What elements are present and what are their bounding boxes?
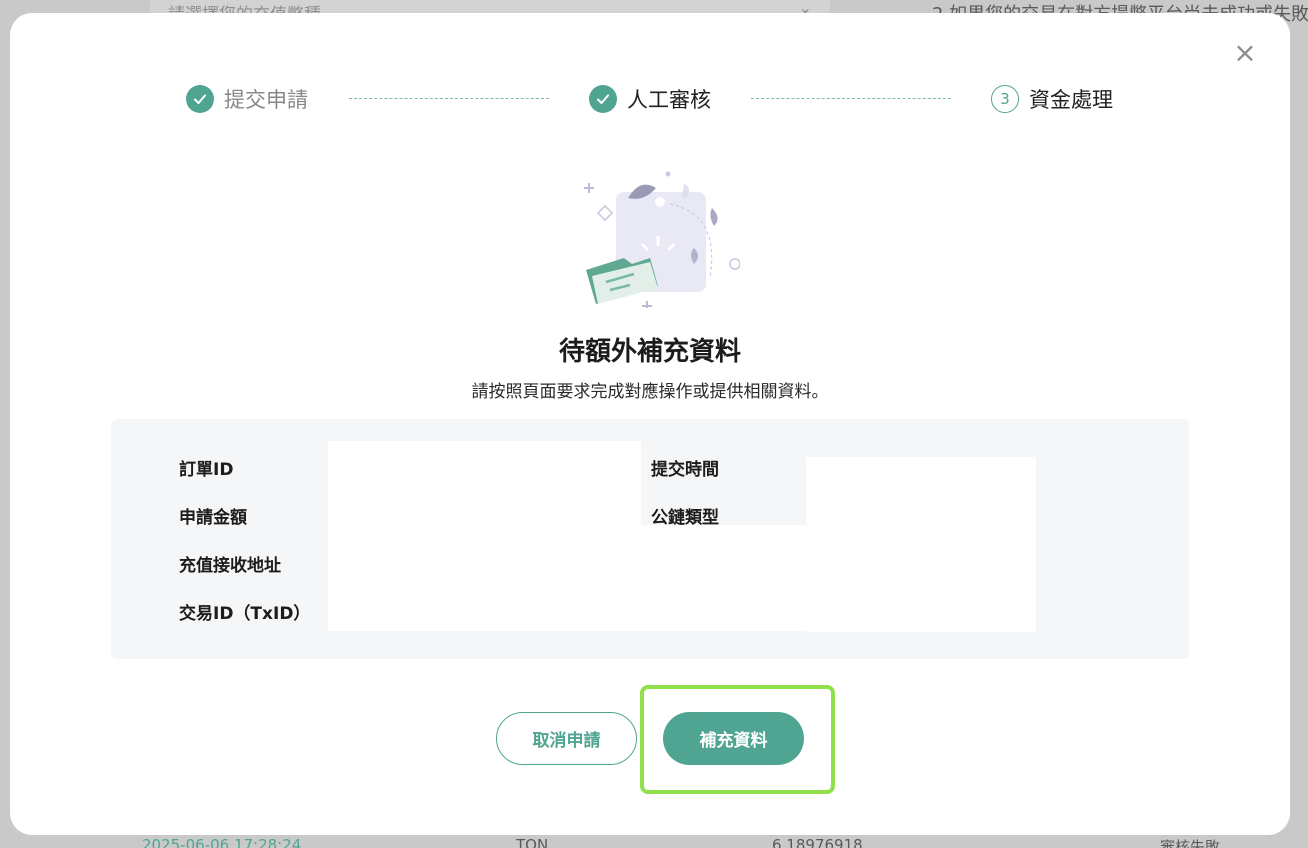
check-icon (186, 85, 214, 113)
document-illustration (584, 171, 740, 308)
application-info-panel: 訂單ID 申請金額 充值接收地址 交易ID（TxID） 提交時間 公鏈類型 (111, 419, 1189, 659)
row-amount: 6.18976918 (772, 836, 863, 848)
table-row: 2025-06-06 17:28:24 TON 6.18976918 審核失敗 (0, 836, 1308, 848)
step-submit: 提交申請 (186, 83, 308, 115)
modal-title: 待額外補充資料 (558, 337, 741, 367)
txid-label: 交易ID（TxID） (179, 604, 311, 624)
progress-steps: 提交申請 人工審核 3 資金處理 (10, 83, 1290, 115)
submit-time-label: 提交時間 (651, 460, 719, 480)
redacted-values (328, 525, 806, 631)
step-label: 資金處理 (1029, 88, 1113, 112)
check-icon (589, 85, 617, 113)
supplement-modal: × 提交申請 人工審核 3 資金處理 待額外補充資料 請按照頁面要求完成對應操作… (10, 13, 1290, 835)
step-review: 人工審核 (589, 83, 711, 115)
cancel-application-button[interactable]: 取消申請 (496, 712, 637, 765)
close-icon[interactable]: × (1232, 39, 1258, 67)
step-connector (349, 98, 549, 99)
order-id-label: 訂單ID (179, 460, 234, 480)
step-number: 3 (991, 85, 1019, 113)
step-label: 人工審核 (627, 88, 711, 112)
step-label: 提交申請 (224, 88, 308, 112)
row-coin: TON (516, 836, 549, 848)
row-status: 審核失敗 (1160, 838, 1221, 848)
row-time: 2025-06-06 17:28:24 (142, 836, 302, 848)
step-funds: 3 資金處理 (991, 83, 1113, 115)
supplement-info-button[interactable]: 補充資料 (663, 712, 804, 765)
step-connector (751, 98, 951, 99)
address-label: 充值接收地址 (179, 556, 281, 576)
redacted-values (806, 457, 1036, 632)
modal-subtitle: 請按照頁面要求完成對應操作或提供相關資料。 (471, 382, 829, 402)
amount-label: 申請金額 (179, 508, 247, 528)
